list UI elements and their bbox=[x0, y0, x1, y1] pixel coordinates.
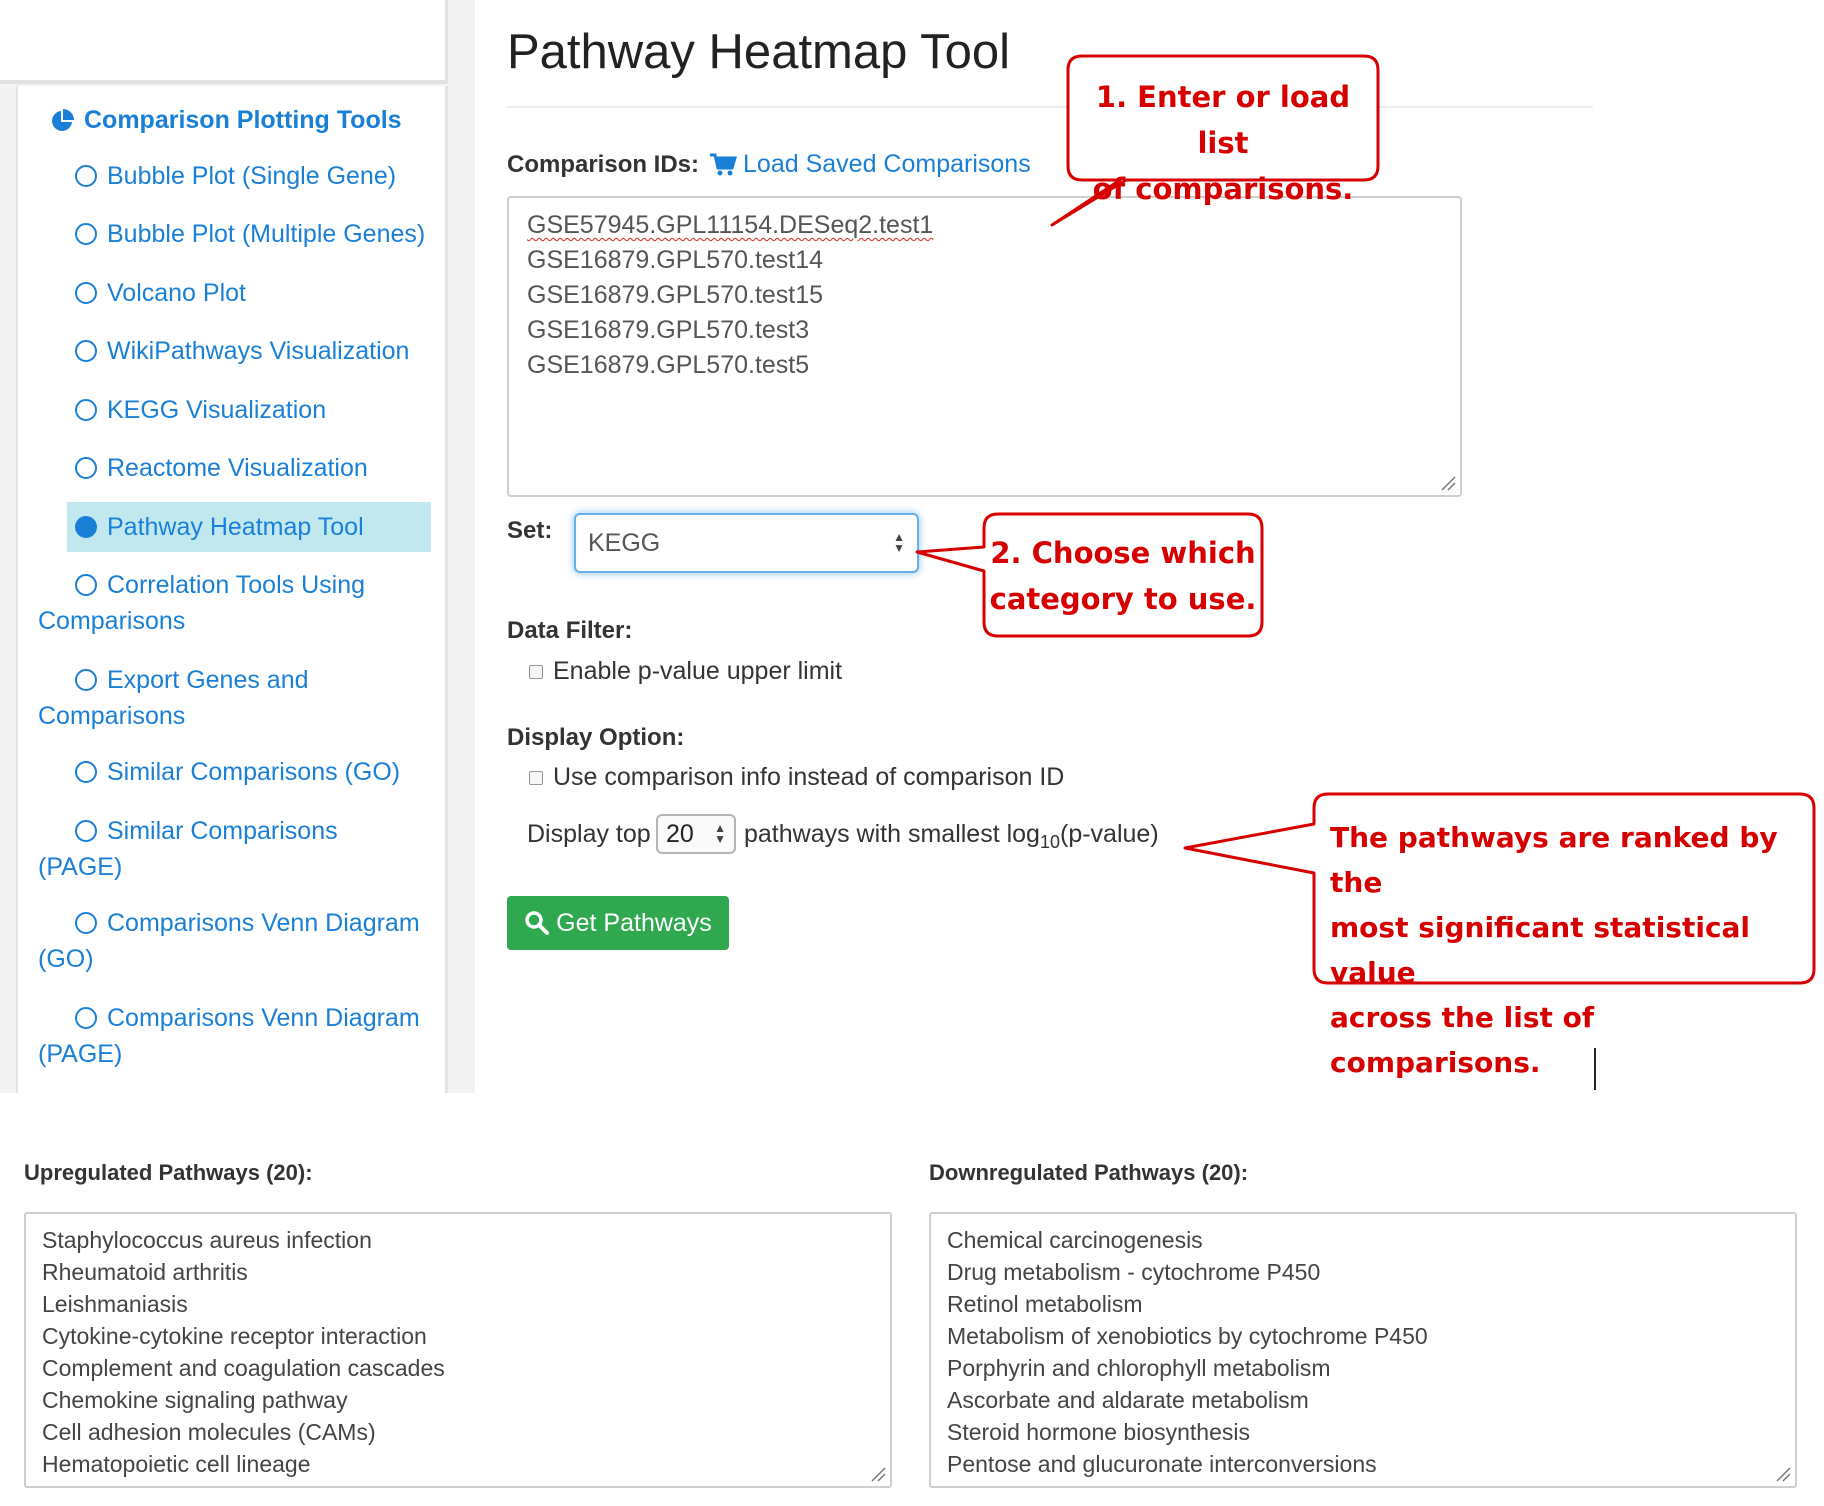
resize-grip-icon[interactable] bbox=[1773, 1464, 1791, 1482]
list-item: Ascorbate and aldarate metabolism bbox=[947, 1387, 1309, 1413]
upregulated-pathways-list[interactable]: Staphylococcus aureus infection Rheumato… bbox=[24, 1212, 892, 1488]
resize-grip-icon[interactable] bbox=[868, 1464, 886, 1482]
downregulated-pathways-list[interactable]: Chemical carcinogenesis Drug metabolism … bbox=[929, 1212, 1797, 1488]
list-item: Chemokine signaling pathway bbox=[42, 1387, 348, 1413]
downregulated-label: Downregulated Pathways (20): bbox=[929, 1160, 1249, 1185]
list-item: Cell adhesion molecules (CAMs) bbox=[42, 1419, 376, 1445]
callout-1-text: 1. Enter or load list of comparisons. bbox=[1092, 80, 1354, 206]
list-item: Steroid hormone biosynthesis bbox=[947, 1419, 1250, 1445]
callout-2-text: 2. Choose which category to use. bbox=[989, 536, 1257, 616]
list-item: Leishmaniasis bbox=[42, 1291, 188, 1317]
list-item: Retinol metabolism bbox=[947, 1291, 1143, 1317]
list-item: Porphyrin and chlorophyll metabolism bbox=[947, 1355, 1331, 1381]
list-item: Rheumatoid arthritis bbox=[42, 1259, 248, 1285]
callout-3-text: The pathways are ranked by the most sign… bbox=[1330, 821, 1778, 1079]
list-item: Complement and coagulation cascades bbox=[42, 1355, 445, 1381]
list-item: Hematopoietic cell lineage bbox=[42, 1451, 311, 1477]
list-item: Cytokine-cytokine receptor interaction bbox=[42, 1323, 427, 1349]
list-item: Drug metabolism - cytochrome P450 bbox=[947, 1259, 1321, 1285]
list-item: Metabolism of xenobiotics by cytochrome … bbox=[947, 1323, 1428, 1349]
list-item: Chemical carcinogenesis bbox=[947, 1227, 1203, 1253]
list-item: Staphylococcus aureus infection bbox=[42, 1227, 372, 1253]
upregulated-label: Upregulated Pathways (20): bbox=[24, 1160, 313, 1185]
list-item: Pentose and glucuronate interconversions bbox=[947, 1451, 1377, 1477]
